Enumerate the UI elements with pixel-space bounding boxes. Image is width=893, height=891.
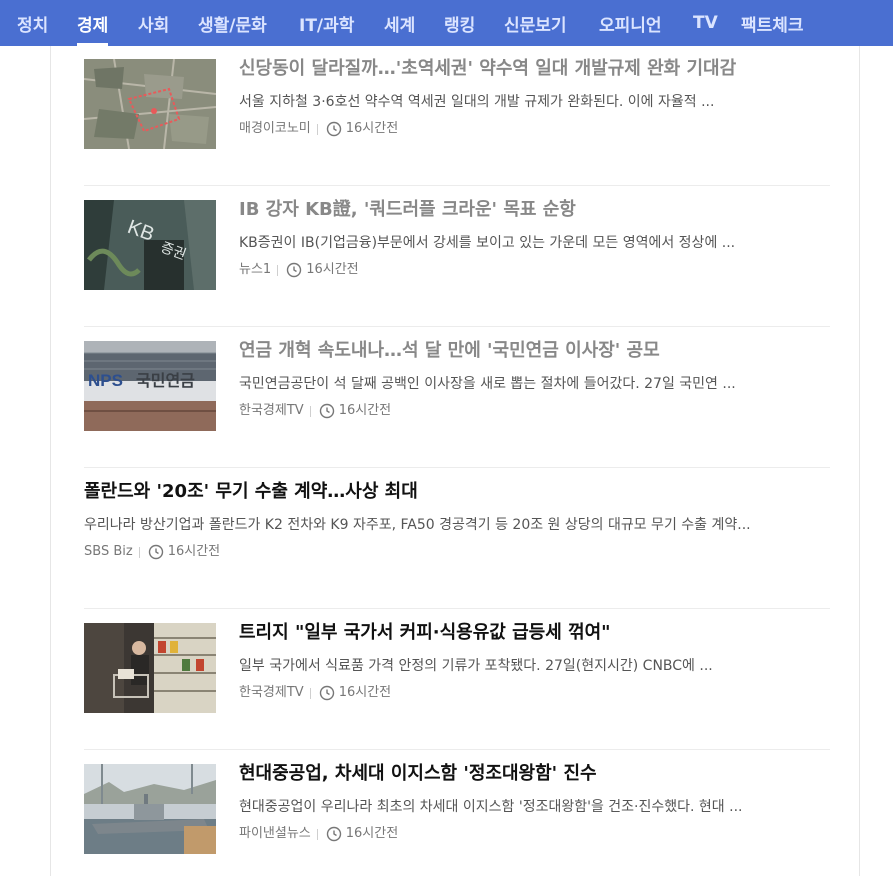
tab-label: 사회 [138, 15, 170, 36]
article-meta: 한국경제TV 16시간전 [239, 402, 830, 420]
article-source[interactable]: 뉴스1 [239, 261, 271, 279]
article-item[interactable]: KB 증권 IB 강자 KB證, '쿼드러플 크라운' 목표 순항 KB증권이 … [84, 186, 830, 327]
article-thumbnail[interactable]: KB 증권 [84, 200, 216, 290]
article-source[interactable]: 한국경제TV [239, 684, 304, 702]
article-text: 폴란드와 '20조' 무기 수출 계약…사상 최대 우리나라 방산기업과 폴란드… [84, 478, 830, 561]
article-item[interactable]: NPS 국민연금 연금 개혁 속도내나…석 달 만에 '국민연금 이사장' 공모… [84, 327, 830, 468]
nps-building-image: NPS 국민연금 [84, 341, 216, 431]
article-headline[interactable]: 연금 개혁 속도내나…석 달 만에 '국민연금 이사장' 공모 [239, 337, 830, 365]
article-item[interactable]: 트리지 "일부 국가서 커피·식용유값 급등세 꺾여" 일부 국가에서 식료품 … [84, 609, 830, 750]
clock-icon [148, 544, 164, 560]
clock-icon [286, 262, 302, 278]
article-summary[interactable]: 국민연금공단이 석 달째 공백인 이사장을 새로 뽑는 절차에 들어갔다. 27… [239, 374, 830, 394]
article-time: 16시간전 [167, 544, 221, 559]
tab-label: 랭킹 [444, 15, 476, 36]
tab-it-science[interactable]: IT/과학 [299, 0, 354, 46]
clock-icon [326, 826, 342, 842]
article-thumbnail[interactable] [84, 764, 216, 854]
clock-icon [326, 121, 342, 137]
tab-label: 경제 [77, 15, 109, 36]
kb-securities-sign-image: KB 증권 [84, 200, 216, 290]
article-time: 16시간전 [338, 403, 392, 418]
meta-divider [316, 123, 318, 135]
meta-divider [309, 405, 311, 417]
tab-label: 오피니언 [599, 15, 662, 36]
article-headline[interactable]: 트리지 "일부 국가서 커피·식용유값 급등세 꺾여" [239, 619, 830, 647]
article-meta: SBS Biz 16시간전 [84, 543, 830, 561]
svg-text:NPS: NPS [88, 371, 123, 390]
article-time: 16시간전 [345, 121, 399, 136]
article-summary[interactable]: 현대중공업이 우리나라 최초의 차세대 이지스함 '정조대왕함'을 건조·진수했… [239, 797, 830, 817]
article-headline[interactable]: 현대중공업, 차세대 이지스함 '정조대왕함' 진수 [239, 760, 830, 788]
article-meta: 한국경제TV 16시간전 [239, 684, 830, 702]
article-text: 트리지 "일부 국가서 커피·식용유값 급등세 꺾여" 일부 국가에서 식료품 … [239, 619, 830, 702]
article-meta: 파이낸셜뉴스 16시간전 [239, 825, 830, 843]
article-summary[interactable]: 서울 지하철 3·6호선 약수역 역세권 일대의 개발 규제가 완화된다. 이에… [239, 92, 830, 112]
meta-divider [138, 546, 140, 558]
clock-icon [319, 403, 335, 419]
tab-world[interactable]: 세계 [384, 0, 415, 46]
tab-label: 팩트체크 [741, 15, 804, 36]
article-headline[interactable]: 신당동이 달라질까…'초역세권' 약수역 일대 개발규제 완화 기대감 [239, 55, 830, 83]
article-source[interactable]: 매경이코노미 [239, 120, 311, 138]
article-text: 현대중공업, 차세대 이지스함 '정조대왕함' 진수 현대중공업이 우리나라 최… [239, 760, 830, 843]
article-summary[interactable]: 우리나라 방산기업과 폴란드가 K2 전차와 K9 자주포, FA50 경공격기… [84, 515, 830, 535]
article-thumbnail[interactable] [84, 59, 216, 149]
article-text: 연금 개혁 속도내나…석 달 만에 '국민연금 이사장' 공모 국민연금공단이 … [239, 337, 830, 420]
article-time: 16시간전 [338, 685, 392, 700]
tab-economy[interactable]: 경제 [77, 0, 109, 46]
meta-divider [316, 828, 318, 840]
category-nav: 정치 경제 사회 생활/문화 IT/과학 세계 랭킹 신문보기 오피니언 TV … [0, 0, 893, 46]
article-time: 16시간전 [345, 826, 399, 841]
tab-factcheck[interactable]: 팩트체크 [741, 0, 804, 46]
tab-opinion[interactable]: 오피니언 [599, 0, 662, 46]
warship-launch-image [84, 764, 216, 854]
article-headline[interactable]: IB 강자 KB證, '쿼드러플 크라운' 목표 순항 [239, 196, 830, 224]
article-list: 신당동이 달라질까…'초역세권' 약수역 일대 개발규제 완화 기대감 서울 지… [50, 46, 860, 876]
tab-label: 정치 [17, 15, 49, 36]
tab-label: IT/과학 [299, 15, 355, 36]
article-item[interactable]: 신당동이 달라질까…'초역세권' 약수역 일대 개발규제 완화 기대감 서울 지… [84, 45, 830, 186]
article-thumbnail[interactable] [84, 623, 216, 713]
tab-tv[interactable]: TV [693, 0, 718, 46]
article-source[interactable]: 파이낸셜뉴스 [239, 825, 311, 843]
article-summary[interactable]: KB증권이 IB(기업금융)부문에서 강세를 보이고 있는 가운데 모든 영역에… [239, 233, 830, 253]
article-source[interactable]: SBS Biz [84, 543, 133, 561]
tab-politics[interactable]: 정치 [17, 0, 48, 46]
supermarket-shopper-image [84, 623, 216, 713]
tab-society[interactable]: 사회 [138, 0, 169, 46]
article-summary[interactable]: 일부 국가에서 식료품 가격 안정의 기류가 포착됐다. 27일(현지시간) C… [239, 656, 830, 676]
svg-text:국민연금: 국민연금 [136, 372, 195, 390]
tab-label: TV [693, 13, 718, 33]
article-meta: 뉴스1 16시간전 [239, 261, 830, 279]
meta-divider [309, 687, 311, 699]
tab-life-culture[interactable]: 생활/문화 [198, 0, 267, 46]
article-time: 16시간전 [306, 262, 359, 277]
aerial-map-image [84, 59, 216, 149]
article-source[interactable]: 한국경제TV [239, 402, 304, 420]
article-item[interactable]: 폴란드와 '20조' 무기 수출 계약…사상 최대 우리나라 방산기업과 폴란드… [84, 468, 830, 609]
tab-ranking[interactable]: 랭킹 [444, 0, 475, 46]
meta-divider [277, 264, 279, 276]
tab-label: 생활/문화 [198, 15, 267, 36]
article-text: IB 강자 KB證, '쿼드러플 크라운' 목표 순항 KB증권이 IB(기업금… [239, 196, 830, 279]
article-meta: 매경이코노미 16시간전 [239, 120, 830, 138]
article-headline[interactable]: 폴란드와 '20조' 무기 수출 계약…사상 최대 [84, 478, 830, 506]
clock-icon [319, 685, 335, 701]
article-text: 신당동이 달라질까…'초역세권' 약수역 일대 개발규제 완화 기대감 서울 지… [239, 55, 830, 138]
tab-label: 신문보기 [504, 15, 567, 36]
tab-newspaper[interactable]: 신문보기 [504, 0, 567, 46]
article-thumbnail[interactable]: NPS 국민연금 [84, 341, 216, 431]
article-item[interactable]: 현대중공업, 차세대 이지스함 '정조대왕함' 진수 현대중공업이 우리나라 최… [84, 750, 830, 891]
tab-label: 세계 [384, 15, 416, 36]
